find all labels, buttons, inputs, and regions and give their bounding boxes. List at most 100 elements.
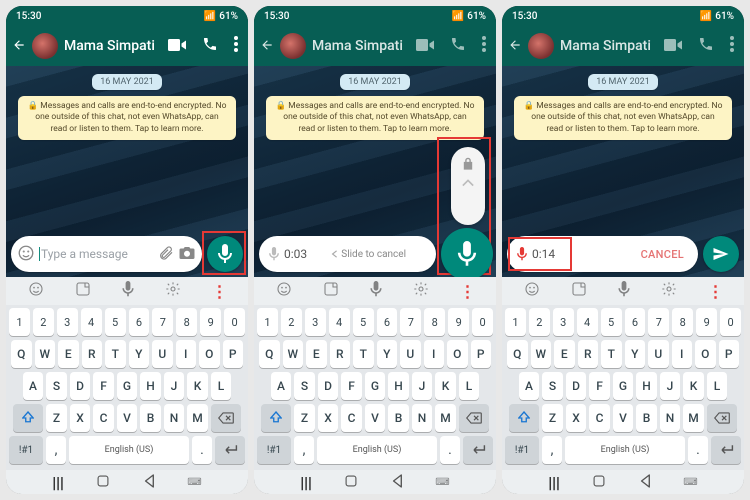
contact-name[interactable]: Mama Simpati — [312, 38, 410, 54]
key-y[interactable]: Y — [129, 340, 150, 368]
key-1[interactable]: 1 — [505, 308, 526, 336]
key-1[interactable]: 1 — [9, 308, 30, 336]
home-icon[interactable] — [344, 473, 358, 492]
key-b[interactable]: B — [636, 404, 657, 432]
key-o[interactable]: O — [447, 340, 468, 368]
kb-settings-icon[interactable] — [165, 281, 181, 301]
key-m[interactable]: M — [187, 404, 208, 432]
contact-name[interactable]: Mama Simpati — [64, 38, 162, 54]
key-i[interactable]: I — [672, 340, 693, 368]
key-c[interactable]: C — [93, 404, 114, 432]
key-7[interactable]: 7 — [400, 308, 421, 336]
key-a[interactable]: A — [271, 372, 292, 400]
lock-slider[interactable] — [451, 147, 485, 225]
key-m[interactable]: M — [435, 404, 456, 432]
kb-settings-icon[interactable] — [413, 281, 429, 301]
key-h[interactable]: H — [388, 372, 409, 400]
key-5[interactable]: 5 — [105, 308, 126, 336]
key-9[interactable]: 9 — [200, 308, 221, 336]
key-a[interactable]: A — [519, 372, 540, 400]
key-d[interactable]: D — [70, 372, 91, 400]
voice-call-icon[interactable] — [202, 36, 218, 56]
key-h[interactable]: H — [140, 372, 161, 400]
kb-sticker-icon[interactable] — [571, 281, 587, 301]
period-key[interactable]: . — [440, 436, 460, 464]
recents-icon[interactable]: ||| — [548, 473, 560, 492]
enter-key[interactable] — [463, 436, 493, 464]
key-a[interactable]: A — [23, 372, 44, 400]
key-g[interactable]: G — [117, 372, 138, 400]
key-g[interactable]: G — [613, 372, 634, 400]
key-3[interactable]: 3 — [553, 308, 574, 336]
key-3[interactable]: 3 — [305, 308, 326, 336]
key-4[interactable]: 4 — [81, 308, 102, 336]
mic-button-recording[interactable] — [441, 228, 493, 277]
key-0[interactable]: 0 — [224, 308, 245, 336]
chat-area[interactable]: 16 MAY 2021 🔒 Messages and calls are end… — [502, 66, 744, 277]
key-v[interactable]: V — [117, 404, 138, 432]
key-n[interactable]: N — [660, 404, 681, 432]
video-call-icon[interactable] — [168, 37, 186, 56]
more-icon[interactable] — [482, 36, 486, 56]
send-button[interactable] — [703, 236, 739, 272]
video-call-icon[interactable] — [416, 37, 434, 56]
key-y[interactable]: Y — [377, 340, 398, 368]
kb-sticker-icon[interactable] — [75, 281, 91, 301]
key-7[interactable]: 7 — [152, 308, 173, 336]
voice-call-icon[interactable] — [450, 36, 466, 56]
kb-sticker-icon[interactable] — [323, 281, 339, 301]
key-q[interactable]: Q — [507, 340, 528, 368]
key-7[interactable]: 7 — [648, 308, 669, 336]
enter-key[interactable] — [215, 436, 245, 464]
key-9[interactable]: 9 — [448, 308, 469, 336]
key-f[interactable]: F — [341, 372, 362, 400]
key-5[interactable]: 5 — [353, 308, 374, 336]
attach-icon[interactable] — [158, 244, 174, 265]
key-u[interactable]: U — [648, 340, 669, 368]
back-nav-icon[interactable] — [639, 473, 651, 492]
key-8[interactable]: 8 — [424, 308, 445, 336]
key-u[interactable]: U — [152, 340, 173, 368]
chat-area[interactable]: 16 MAY 2021 🔒 Messages and calls are end… — [254, 66, 496, 277]
recents-icon[interactable]: ||| — [300, 473, 312, 492]
backspace-key[interactable] — [211, 404, 241, 432]
key-d[interactable]: D — [566, 372, 587, 400]
key-p[interactable]: P — [719, 340, 740, 368]
key-b[interactable]: B — [140, 404, 161, 432]
key-6[interactable]: 6 — [625, 308, 646, 336]
key-g[interactable]: G — [365, 372, 386, 400]
space-key[interactable]: English (US) — [317, 436, 437, 464]
key-h[interactable]: H — [636, 372, 657, 400]
key-m[interactable]: M — [683, 404, 704, 432]
kb-more-icon[interactable]: ⋮ — [460, 282, 475, 301]
key-n[interactable]: N — [164, 404, 185, 432]
key-q[interactable]: Q — [259, 340, 280, 368]
key-q[interactable]: Q — [11, 340, 32, 368]
key-w[interactable]: W — [531, 340, 552, 368]
space-key[interactable]: English (US) — [69, 436, 189, 464]
key-p[interactable]: P — [471, 340, 492, 368]
mic-button[interactable] — [207, 236, 243, 272]
key-e[interactable]: E — [554, 340, 575, 368]
key-5[interactable]: 5 — [601, 308, 622, 336]
contact-name[interactable]: Mama Simpati — [560, 38, 658, 54]
key-z[interactable]: Z — [542, 404, 563, 432]
kb-emoji-icon[interactable] — [28, 281, 44, 301]
key-z[interactable]: Z — [294, 404, 315, 432]
key-k[interactable]: K — [435, 372, 456, 400]
key-z[interactable]: Z — [46, 404, 67, 432]
key-3[interactable]: 3 — [57, 308, 78, 336]
key-r[interactable]: R — [82, 340, 103, 368]
key-r[interactable]: R — [578, 340, 599, 368]
key-4[interactable]: 4 — [329, 308, 350, 336]
shift-key[interactable] — [261, 404, 291, 432]
comma-key[interactable]: , — [542, 436, 562, 464]
back-icon[interactable] — [260, 37, 274, 56]
key-t[interactable]: T — [601, 340, 622, 368]
key-f[interactable]: F — [589, 372, 610, 400]
shift-key[interactable] — [509, 404, 539, 432]
kb-more-icon[interactable]: ⋮ — [212, 282, 227, 301]
kb-emoji-icon[interactable] — [276, 281, 292, 301]
key-k[interactable]: K — [187, 372, 208, 400]
comma-key[interactable]: , — [46, 436, 66, 464]
